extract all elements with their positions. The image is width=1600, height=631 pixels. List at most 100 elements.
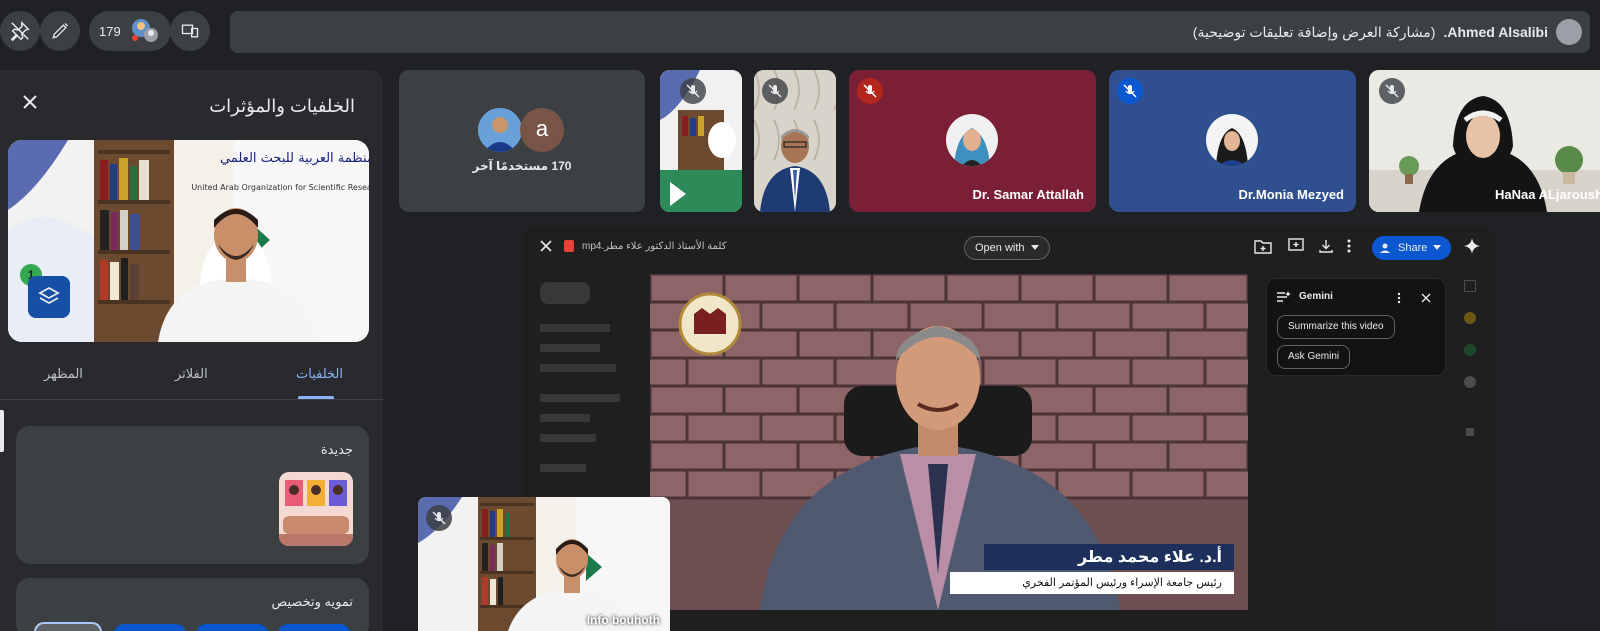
samar-avatar [946, 114, 998, 166]
close-icon [540, 240, 552, 252]
present-button[interactable] [170, 11, 210, 51]
poster-english-text: United Arab Organization for Scientific … [191, 183, 369, 192]
self-name: Info bouhoth [586, 613, 660, 627]
video-player[interactable]: أ.د. علاء محمد مطر رئيس جامعة الإسراء ور… [650, 274, 1248, 610]
participants-button[interactable]: 179 [89, 11, 171, 51]
speaker-lower-third: أ.د. علاء محمد مطر رئيس جامعة الإسراء ور… [950, 544, 1234, 598]
mic-off-icon [863, 84, 877, 98]
summarize-video-chip[interactable]: Summarize this video [1277, 315, 1395, 339]
speaker-name: أ.د. علاء محمد مطر [984, 544, 1234, 570]
file-name: كلمة الأستاذ الدكتور علاء مطر.mp4 [582, 241, 727, 252]
video-file-icon [564, 240, 574, 252]
speaker-role: رئيس جامعة الإسراء ورئيس المؤتمر الفخري [950, 572, 1234, 594]
self-view-tile[interactable]: Info bouhoth [418, 497, 670, 631]
poster-arabic-text: المنظمة العربية للبحث العلمي [220, 151, 369, 166]
download-button[interactable] [1318, 238, 1334, 259]
tab-filters[interactable]: الفلاتر [175, 366, 208, 382]
person-add-icon [1380, 243, 1390, 253]
dropdown-arrow-icon [1030, 245, 1039, 250]
pin-off-button[interactable] [0, 11, 40, 51]
presenter-status: (مشاركة العرض وإضافة تعليقات توضيحية) [1192, 23, 1436, 40]
share-label: Share [1398, 242, 1428, 254]
share-button[interactable]: Share [1372, 236, 1452, 260]
close-icon [23, 95, 37, 109]
participant-tile-man[interactable] [754, 70, 836, 212]
gemini-list-icon [1277, 291, 1291, 302]
gemini-panel: Gemini Summarize this video Ask Gemini [1266, 278, 1446, 376]
participant-tile-poster[interactable] [660, 70, 742, 212]
close-preview-button[interactable] [538, 238, 554, 259]
others-count-label: 170 مستخدمًا آخر [472, 159, 572, 173]
mic-off-indicator [857, 78, 883, 104]
active-tab-indicator [298, 396, 334, 399]
tab-backgrounds[interactable]: الخلفيات [296, 366, 343, 382]
layers-icon [38, 286, 60, 305]
backgrounds-effects-panel: الخلفيات والمؤثرات المنظمة العربية للبحث… [0, 70, 383, 631]
effects-preview: المنظمة العربية للبحث العلمي United Arab… [8, 140, 369, 342]
present-screen-icon [181, 24, 199, 38]
open-with-label: Open with [975, 242, 1025, 254]
mic-off-indicator [680, 78, 706, 104]
download-icon [1319, 240, 1333, 253]
gemini-title: Gemini [1299, 291, 1333, 302]
add-comment-button[interactable] [1288, 238, 1304, 259]
effects-tabs: الخلفيات الفلاتر المظهر [0, 356, 383, 400]
blur-customize-card: تمويه وتخصيص [16, 578, 369, 631]
no-effect-option[interactable] [34, 622, 102, 631]
panel-scrollbar[interactable] [0, 410, 4, 452]
open-with-button[interactable]: Open with [964, 236, 1050, 260]
mic-off-indicator [762, 78, 788, 104]
mic-off-icon [432, 511, 446, 525]
living-room-thumbnail [279, 472, 353, 546]
mic-off-indicator [1379, 78, 1405, 104]
participant-tile-samar[interactable]: Dr. Samar Attallah [849, 70, 1096, 212]
pen-icon [52, 23, 68, 39]
gemini-button[interactable] [1464, 238, 1480, 259]
mic-off-indicator [1117, 78, 1143, 104]
mic-off-indicator [426, 505, 452, 531]
background-thumbnail[interactable] [279, 472, 353, 546]
dimmed-side-rail [1450, 268, 1494, 498]
more-vert-icon[interactable] [1397, 292, 1401, 304]
new-backgrounds-card: جديدة [16, 426, 369, 564]
participant-name: Dr. Samar Attallah [972, 187, 1084, 202]
others-avatar-photo [478, 108, 522, 152]
participant-avatars-icon [131, 19, 158, 42]
monia-avatar [1206, 114, 1258, 166]
meet-window: 179 Ahmed Alsalibi. (مشاركة العرض وإضافة… [0, 0, 1600, 631]
new-section-title: جديدة [320, 442, 353, 457]
presenter-name: Ahmed Alsalibi. [1443, 24, 1548, 40]
gemini-sparkle-icon [1464, 238, 1480, 254]
presenter-avatar [1556, 19, 1582, 45]
pin-off-icon [10, 20, 30, 42]
add-to-folder-button[interactable] [1254, 238, 1272, 259]
blur-section-title: تمويه وتخصيص [271, 594, 353, 609]
participant-name: Dr.Monia Mezyed [1238, 187, 1344, 202]
more-options-button[interactable] [1346, 238, 1352, 259]
annotate-button[interactable] [40, 11, 80, 51]
tab-appearance[interactable]: المظهر [44, 366, 83, 382]
effects-layers-button[interactable] [28, 276, 70, 318]
more-vert-icon [1347, 239, 1351, 253]
mic-off-icon [768, 84, 782, 98]
participant-tile-monia[interactable]: Dr.Monia Mezyed [1109, 70, 1356, 212]
blur-option-full[interactable] [196, 624, 268, 631]
close-panel-button[interactable] [18, 92, 42, 116]
self-view-frame [418, 497, 670, 631]
others-tile[interactable]: a 170 مستخدمًا آخر [399, 70, 645, 212]
dropdown-arrow-icon [1433, 245, 1442, 250]
drive-preview-toolbar: كلمة الأستاذ الدكتور علاء مطر.mp4 Open w… [524, 228, 1494, 268]
ask-gemini-chip[interactable]: Ask Gemini [1277, 345, 1351, 369]
mic-off-icon [1385, 84, 1399, 98]
top-bar: 179 Ahmed Alsalibi. (مشاركة العرض وإضافة… [0, 0, 1600, 64]
blur-option-slight[interactable] [114, 624, 186, 631]
participant-tile-hanaa[interactable]: HaNaa ALjaroushah [1369, 70, 1600, 212]
participant-count: 179 [99, 23, 121, 39]
panel-title: الخلفيات والمؤثرات [209, 96, 355, 116]
mic-off-icon [686, 84, 700, 98]
others-avatar-letter: a [520, 108, 564, 152]
upload-background-option[interactable] [278, 624, 350, 631]
presenting-banner: Ahmed Alsalibi. (مشاركة العرض وإضافة تعل… [230, 11, 1590, 53]
close-icon[interactable] [1421, 293, 1431, 303]
comment-add-icon [1288, 238, 1304, 251]
